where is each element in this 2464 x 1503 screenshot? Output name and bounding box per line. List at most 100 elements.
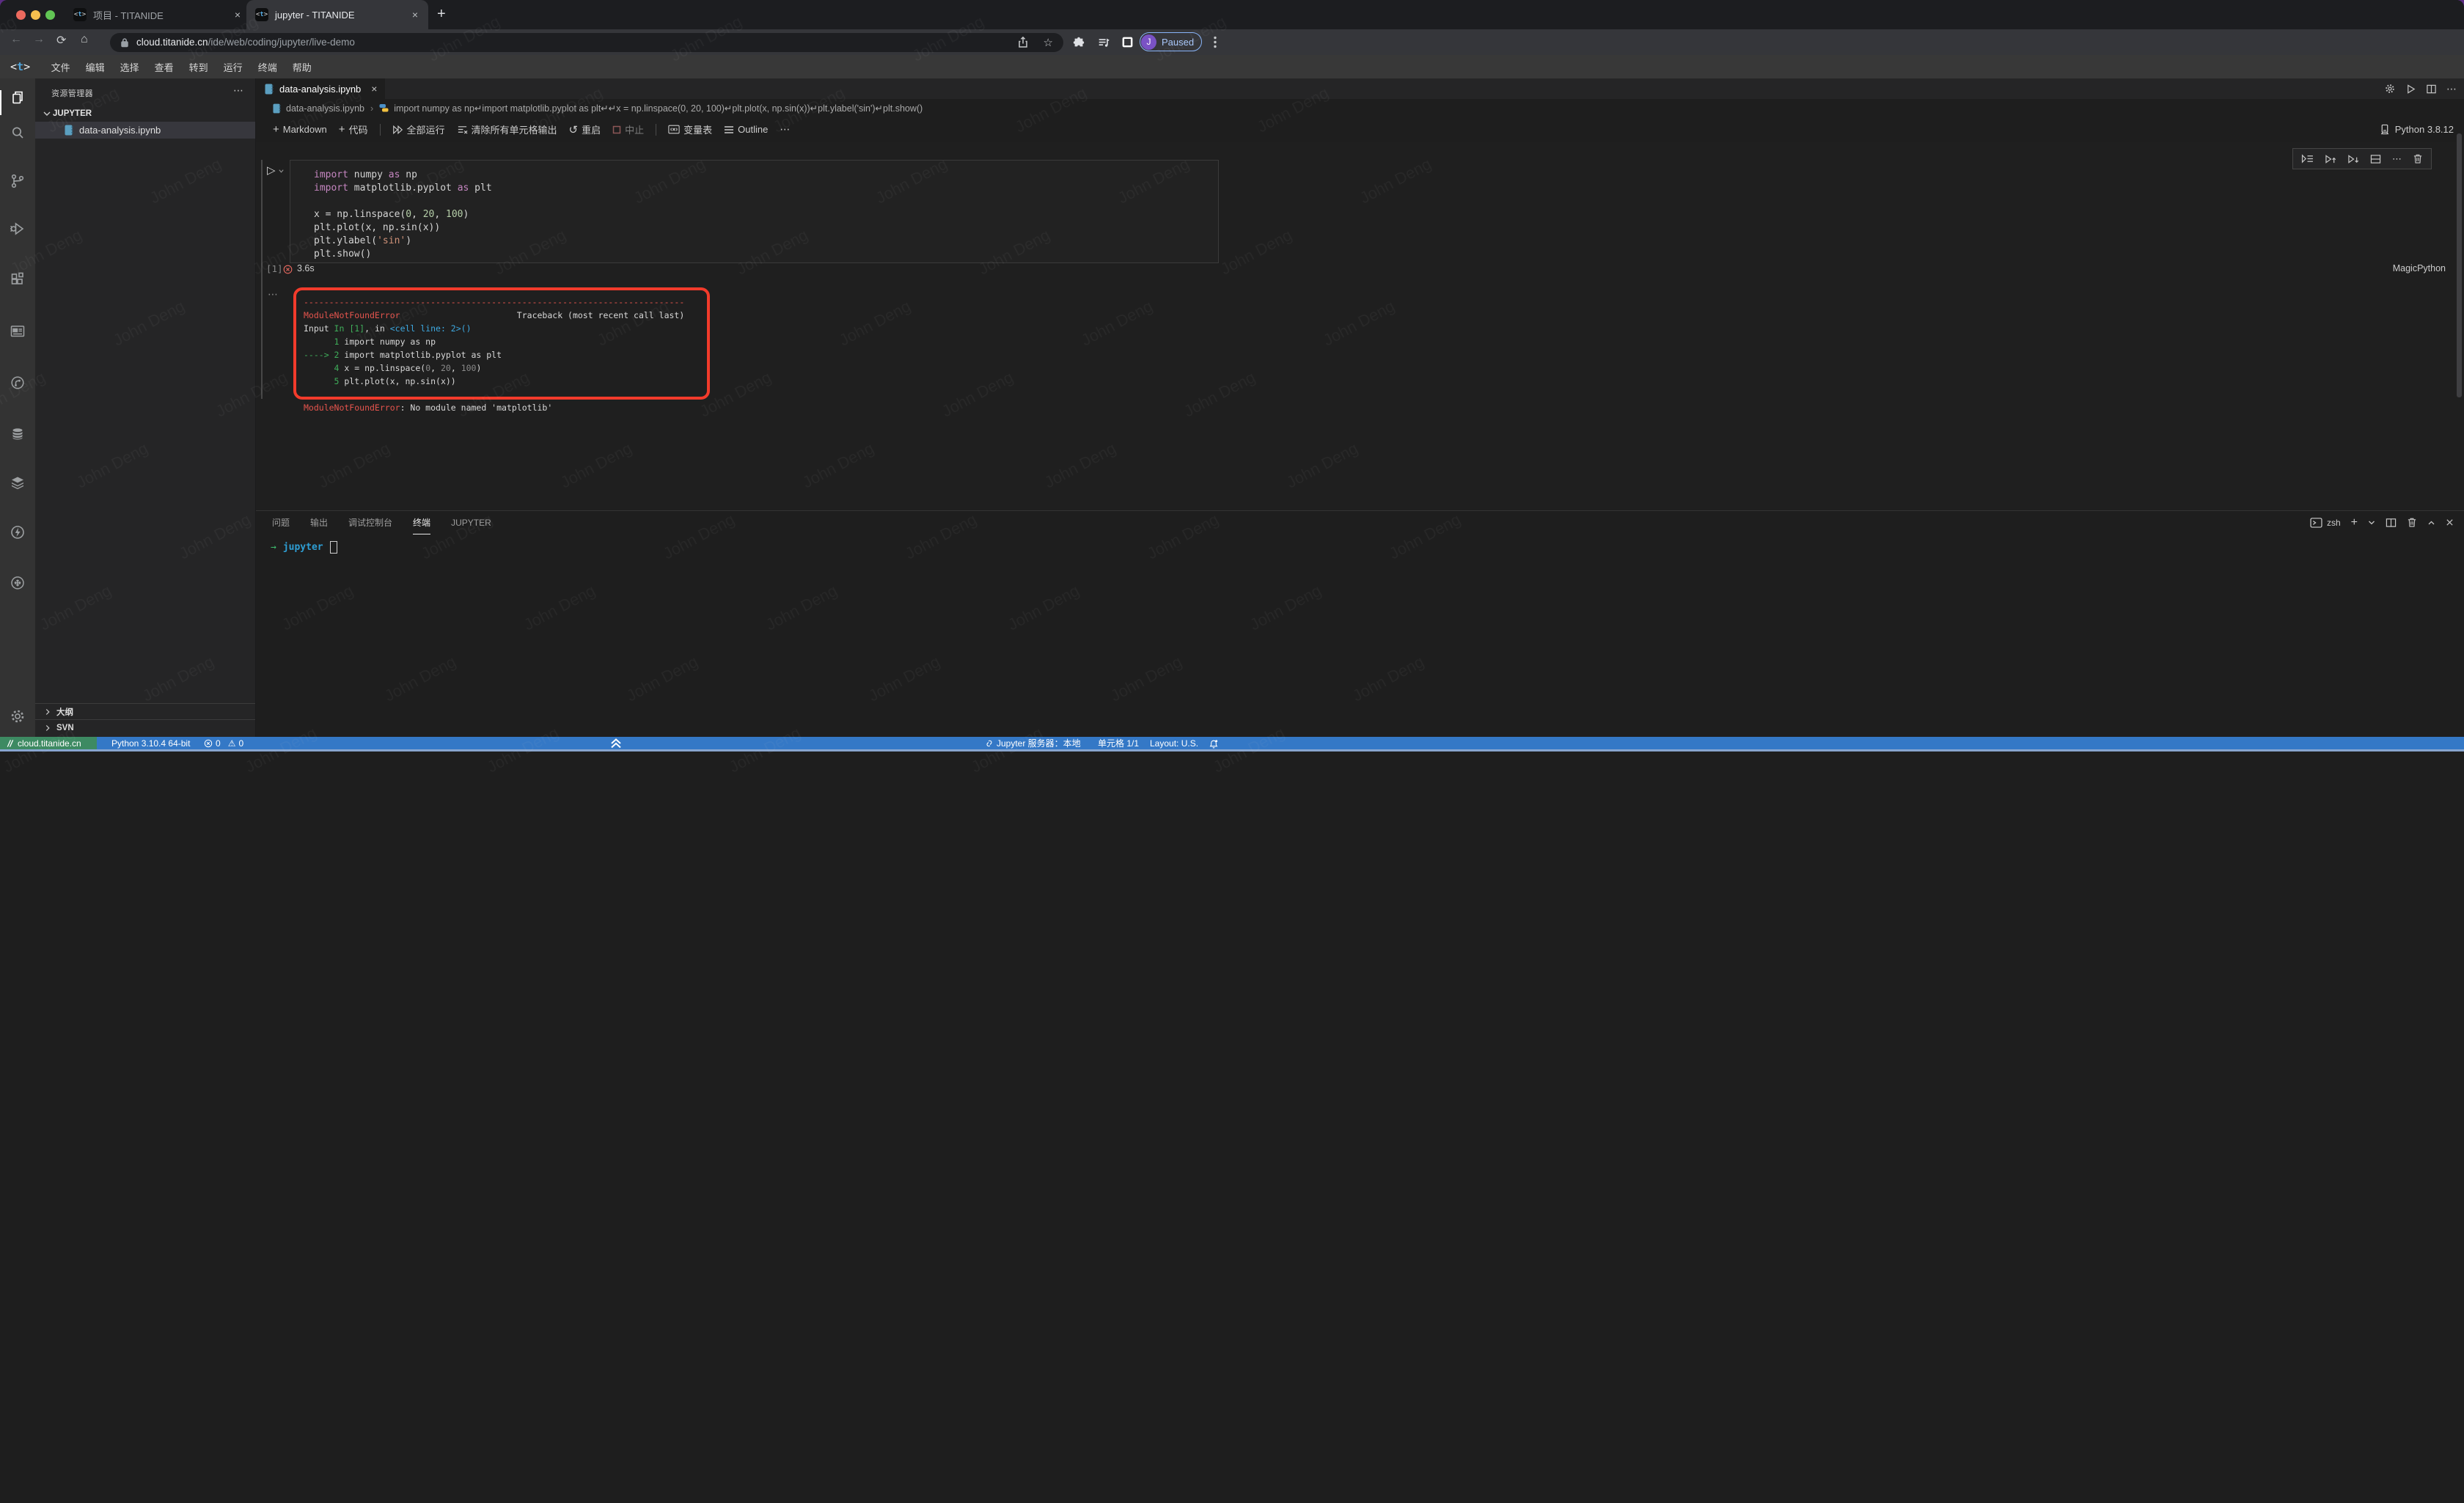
media-controls-icon[interactable]: [1097, 36, 1110, 49]
add-code-button[interactable]: +代码: [339, 122, 368, 136]
terminal-prompt-line[interactable]: → jupyter: [271, 541, 337, 554]
run-below-icon[interactable]: [2347, 154, 2359, 164]
side-panel-icon[interactable]: [1121, 36, 1134, 48]
panel-tab-jupyter[interactable]: JUPYTER: [451, 518, 491, 528]
file-item-notebook[interactable]: data-analysis.ipynb: [35, 122, 255, 139]
split-editor-icon[interactable]: [2426, 84, 2437, 95]
lightning-icon[interactable]: [9, 523, 26, 541]
menu-goto[interactable]: 转到: [181, 60, 216, 74]
cell-indicator[interactable]: 单元格 1/1: [1098, 737, 1139, 749]
run-all-button[interactable]: 全部运行: [392, 122, 445, 136]
output-more-icon[interactable]: ⋯: [268, 288, 279, 301]
breadcrumb[interactable]: data-analysis.ipynb › import numpy as np…: [256, 99, 2464, 117]
traffic-zoom-button[interactable]: [45, 10, 55, 20]
share-icon[interactable]: [1017, 36, 1029, 48]
explorer-icon[interactable]: [9, 89, 26, 106]
source-control-icon[interactable]: [9, 172, 26, 190]
breadcrumb-code[interactable]: import numpy as np↵import matplotlib.pyp…: [394, 103, 923, 114]
menu-help[interactable]: 帮助: [285, 60, 319, 74]
notifications-bell-icon[interactable]: [1209, 738, 1219, 750]
remote-indicator[interactable]: cloud.titanide.cn: [0, 737, 97, 749]
toolbar-more-icon[interactable]: ⋯: [780, 123, 790, 136]
python-interpreter[interactable]: Python 3.10.4 64-bit: [111, 737, 190, 749]
outline-button[interactable]: Outline: [724, 124, 768, 135]
notebook-settings-gear-icon[interactable]: [2384, 83, 2396, 95]
new-tab-button[interactable]: +: [437, 6, 446, 23]
database-icon[interactable]: [9, 425, 26, 443]
profile-button[interactable]: J Paused: [1140, 32, 1202, 51]
keyboard-layout[interactable]: Layout: U.S.: [1150, 737, 1198, 749]
menu-edit[interactable]: 编辑: [78, 60, 112, 74]
jupyter-server-indicator[interactable]: Jupyter 服务器：本地: [985, 737, 1081, 749]
sidebar-section-outline[interactable]: 大纲: [35, 703, 255, 720]
toolbar-separator: [380, 124, 381, 136]
clear-outputs-button[interactable]: 清除所有单元格输出: [457, 122, 557, 136]
restart-button[interactable]: ↺重启: [569, 122, 601, 136]
run-cell-button[interactable]: ▷: [267, 163, 285, 177]
kill-terminal-trash-icon[interactable]: [2407, 517, 2417, 528]
run-above-icon[interactable]: [2325, 154, 2336, 164]
extensions-puzzle-icon[interactable]: [1072, 36, 1085, 49]
maximize-panel-icon[interactable]: [2427, 520, 2435, 526]
tab-close-icon[interactable]: ×: [371, 83, 377, 95]
tab-close-icon[interactable]: ×: [233, 9, 242, 21]
close-panel-icon[interactable]: [2446, 518, 2454, 526]
execute-above-icon[interactable]: [2301, 154, 2314, 163]
interrupt-button[interactable]: 中止: [612, 122, 644, 136]
breadcrumb-file[interactable]: data-analysis.ipynb: [286, 103, 364, 114]
traffic-close-button[interactable]: [16, 10, 26, 20]
run-debug-icon[interactable]: [9, 220, 26, 238]
kernel-picker[interactable]: Python 3.8.12: [2380, 117, 2454, 142]
panel-collapse-chevrons-icon[interactable]: [609, 737, 623, 749]
chevron-down-icon[interactable]: [2368, 520, 2375, 526]
browser-menu-icon[interactable]: [1214, 36, 1217, 48]
home-icon[interactable]: ⌂: [81, 33, 88, 46]
code-cell[interactable]: import numpy as npimport matplotlib.pypl…: [290, 160, 1219, 263]
menu-selection[interactable]: 选择: [112, 60, 147, 74]
panel-tab-terminal[interactable]: 终端: [413, 516, 430, 529]
forward-icon[interactable]: →: [33, 33, 45, 46]
browser-tab-jupyter[interactable]: <t> jupyter - TITANIDE ×: [246, 0, 428, 29]
sidebar-section-svn[interactable]: SVN: [35, 719, 255, 736]
shell-selector[interactable]: zsh: [2310, 518, 2341, 528]
variables-button[interactable]: 变量表: [668, 122, 712, 136]
outline-list-icon: [724, 125, 734, 134]
menu-terminal[interactable]: 终端: [250, 60, 285, 74]
menu-view[interactable]: 查看: [147, 60, 181, 74]
editor-tab-notebook[interactable]: data-analysis.ipynb ×: [256, 78, 385, 99]
problems-indicator[interactable]: 0 ⚠ 0: [204, 737, 243, 749]
bookmark-star-icon[interactable]: ☆: [1044, 36, 1053, 49]
editor-more-icon[interactable]: ⋯: [2446, 83, 2457, 95]
manage-gear-icon[interactable]: [9, 708, 26, 725]
circle-branch-icon[interactable]: [9, 374, 26, 392]
reload-icon[interactable]: ⟳: [56, 33, 66, 48]
cell-language-indicator[interactable]: MagicPython: [2393, 263, 2446, 273]
browser-tab-project[interactable]: <t> 项目 - TITANIDE ×: [73, 0, 242, 29]
extensions-icon[interactable]: [9, 271, 26, 289]
workbench: 资源管理器 ⋯ JUPYTER data-analysis.ipynb 大纲 S…: [0, 78, 2464, 737]
delete-cell-trash-icon[interactable]: [2413, 153, 2423, 164]
run-all-play-icon[interactable]: [2405, 84, 2416, 95]
panel-tab-debug-console[interactable]: 调试控制台: [348, 516, 392, 529]
new-terminal-icon[interactable]: +: [2351, 516, 2358, 529]
address-bar[interactable]: cloud.titanide.cn/ide/web/coding/jupyter…: [110, 33, 1063, 52]
sidebar-more-icon[interactable]: ⋯: [233, 84, 243, 97]
search-icon[interactable]: [9, 124, 26, 142]
arrows-out-icon[interactable]: [9, 574, 26, 592]
panel-tab-output[interactable]: 输出: [310, 516, 328, 529]
traffic-minimize-button[interactable]: [31, 10, 40, 20]
add-markdown-button[interactable]: +Markdown: [273, 123, 327, 136]
split-terminal-icon[interactable]: [2386, 518, 2397, 528]
panel-tab-problems[interactable]: 问题: [272, 516, 290, 529]
preview-window-icon[interactable]: [9, 323, 26, 340]
split-cell-icon[interactable]: [2370, 154, 2381, 164]
cell-code[interactable]: import numpy as npimport matplotlib.pypl…: [314, 169, 492, 261]
sidebar-section-jupyter[interactable]: JUPYTER: [41, 108, 92, 120]
menu-run[interactable]: 运行: [216, 60, 250, 74]
back-icon[interactable]: ←: [10, 33, 22, 46]
cell-more-icon[interactable]: ⋯: [2392, 153, 2402, 165]
editor-scrollbar[interactable]: [2457, 133, 2462, 397]
layers-icon[interactable]: [9, 474, 26, 492]
tab-close-icon[interactable]: ×: [411, 9, 419, 21]
menu-file[interactable]: 文件: [43, 60, 78, 74]
